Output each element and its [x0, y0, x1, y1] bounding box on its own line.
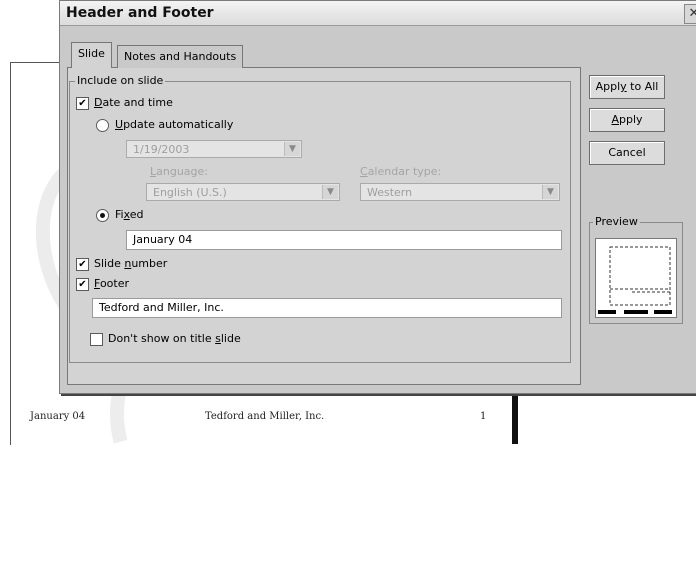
- update-automatically-label: Update automatically: [115, 118, 234, 131]
- dont-show-title-label: Don't show on title slide: [108, 332, 241, 345]
- close-icon[interactable]: ✕: [684, 4, 696, 24]
- calendar-type-label: Calendar type:: [360, 165, 442, 178]
- footer-label: Footer: [94, 277, 130, 290]
- title-bar[interactable]: Header and Footer ✕: [60, 1, 696, 26]
- dialog-title: Header and Footer: [66, 5, 214, 21]
- header-footer-dialog: Header and Footer ✕ Slide Notes and Hand…: [59, 0, 696, 394]
- slide-footer-number: 1: [480, 411, 487, 422]
- fixed-radio[interactable]: [96, 209, 109, 222]
- date-time-label: Date and time: [94, 96, 173, 109]
- tab-notes-handouts[interactable]: Notes and Handouts: [117, 45, 244, 68]
- preview-legend: Preview: [593, 215, 640, 228]
- apply-button[interactable]: Apply: [589, 108, 665, 132]
- apply-to-all-button[interactable]: Apply to All: [589, 75, 665, 99]
- radio-dot: [100, 213, 105, 218]
- include-on-slide-legend: Include on slide: [75, 74, 166, 87]
- cancel-button[interactable]: Cancel: [589, 141, 665, 165]
- footer-input[interactable]: Tedford and Miller, Inc.: [92, 298, 562, 318]
- slide-footer-text: Tedford and Miller, Inc.: [205, 411, 325, 422]
- calendar-type-select[interactable]: Western ▼: [360, 183, 560, 201]
- date-time-checkbox[interactable]: ✔: [76, 97, 89, 110]
- chevron-down-icon[interactable]: ▼: [542, 185, 558, 199]
- chevron-down-icon[interactable]: ▼: [284, 142, 300, 156]
- footer-checkbox[interactable]: ✔: [76, 278, 89, 291]
- chevron-down-icon[interactable]: ▼: [322, 185, 338, 199]
- slide-number-checkbox[interactable]: ✔: [76, 258, 89, 271]
- dont-show-title-checkbox[interactable]: [90, 333, 103, 346]
- date-format-select[interactable]: 1/19/2003 ▼: [126, 140, 302, 158]
- fixed-date-input[interactable]: January 04: [126, 230, 562, 250]
- tab-slide[interactable]: Slide: [71, 42, 112, 68]
- language-select[interactable]: English (U.S.) ▼: [146, 183, 340, 201]
- update-automatically-radio[interactable]: [96, 119, 109, 132]
- fixed-label: Fixed: [115, 208, 144, 221]
- slide-footer-date: January 04: [30, 411, 86, 422]
- slide-number-label: Slide number: [94, 257, 168, 270]
- preview-layout-graphic: [598, 246, 672, 314]
- preview-thumbnail: [595, 238, 677, 318]
- language-label: Language:: [150, 165, 209, 178]
